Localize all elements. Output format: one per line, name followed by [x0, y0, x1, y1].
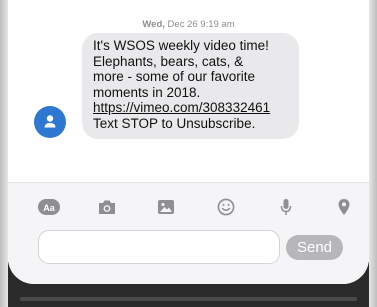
message-line: It's WSOS weekly video time!: [93, 38, 269, 53]
message-line: Text STOP to Unsubscribe.: [93, 115, 256, 131]
svg-text:Aa: Aa: [43, 203, 55, 213]
person-icon: [44, 115, 56, 128]
message-link[interactable]: https://vimeo.com/308332461: [93, 100, 270, 116]
message-line: moments in 2018.: [93, 84, 201, 100]
sender-avatar[interactable]: [34, 106, 66, 138]
message-timestamp: Wed, Dec 26 9:19 am: [8, 19, 369, 30]
timestamp-day: Wed,: [142, 19, 165, 30]
timestamp-datetime: Dec 26 9:19 am: [167, 19, 235, 30]
location-icon[interactable]: [331, 196, 357, 218]
emoji-icon[interactable]: [213, 196, 239, 218]
phone-bezel-right: [369, 0, 377, 307]
phone-bezel-left: [0, 0, 8, 307]
message-line: Elephants, bears, cats, &: [93, 53, 244, 69]
message-text: It's WSOS weekly video time! Elephants, …: [93, 38, 270, 132]
text-format-icon[interactable]: Aa: [36, 196, 62, 218]
messages-screen: Wed, Dec 26 9:19 am It's WSOS weekly vid…: [8, 0, 369, 284]
phone-frame: Wed, Dec 26 9:19 am It's WSOS weekly vid…: [0, 0, 377, 307]
message-input[interactable]: [38, 230, 280, 264]
compose-tray: Aa Send: [8, 182, 369, 284]
image-icon[interactable]: [153, 196, 179, 218]
message-bubble: It's WSOS weekly video time! Elephants, …: [82, 33, 299, 139]
camera-icon[interactable]: [94, 196, 120, 218]
message-line: more - some of our favorite: [93, 69, 256, 85]
microphone-icon[interactable]: [273, 196, 299, 218]
send-button[interactable]: Send: [286, 235, 343, 260]
